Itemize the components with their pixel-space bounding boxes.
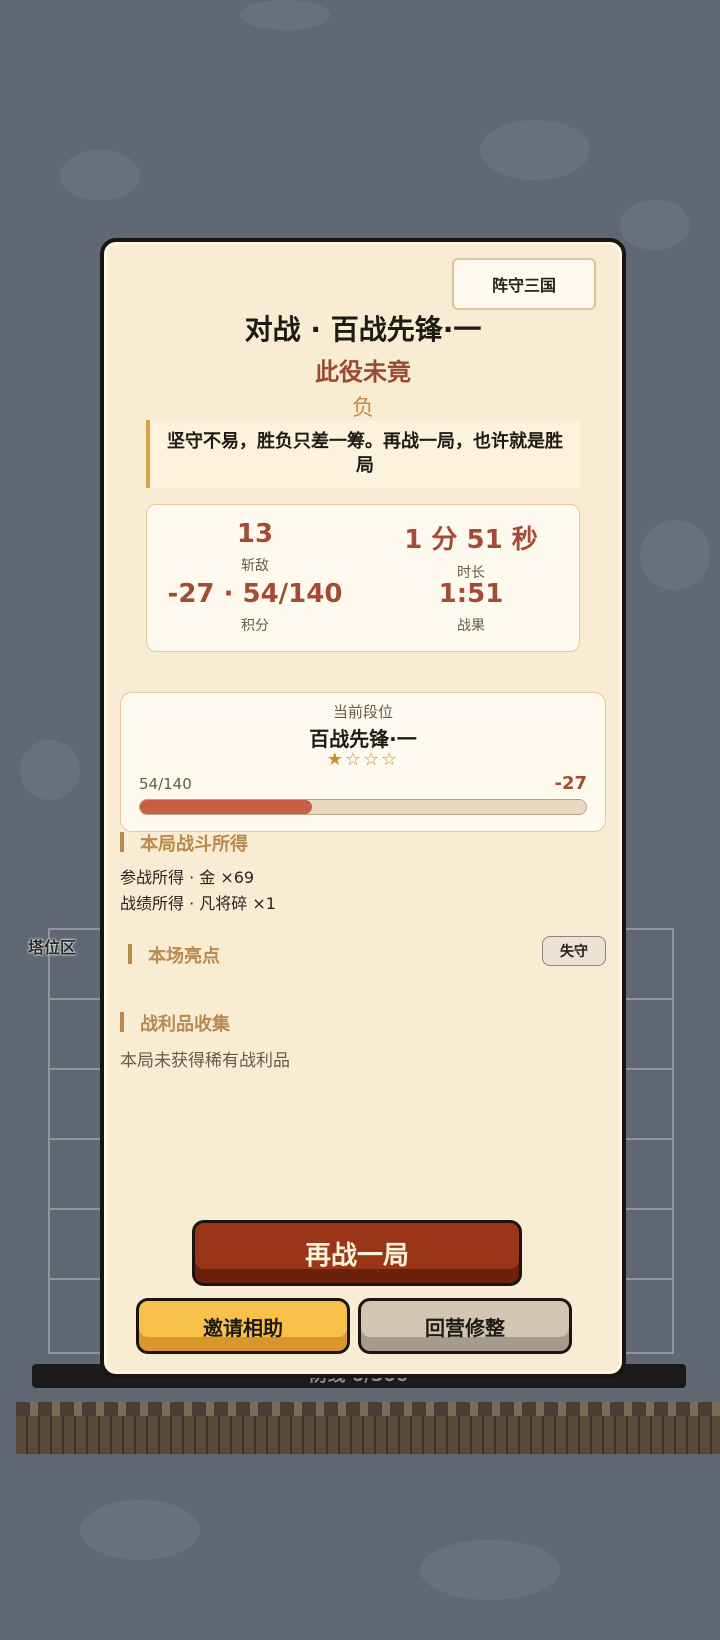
reward-item: 参战所得 · 金 ×69	[120, 868, 255, 887]
battle-result: 负	[351, 396, 374, 421]
invite-button[interactable]: 邀请相助	[136, 1298, 350, 1354]
loot-section-title: 战利品收集	[120, 1010, 230, 1036]
mode-tag: 阵守三国	[452, 258, 596, 310]
stat-duration: 1 分 51 秒 时长	[363, 519, 579, 582]
bg-decoration	[80, 1500, 200, 1560]
stat-value: 1 分 51 秒	[404, 525, 538, 555]
back-to-camp-button[interactable]: 回营修整	[358, 1298, 572, 1354]
battle-result-modal: 阵守三国 对战 · 百战先锋·一 此役未竟 负 坚守不易，胜负只差一筹。再战一局…	[100, 238, 626, 1378]
rank-progress-text: 54/140	[139, 775, 192, 793]
stat-label: 积分	[241, 618, 269, 634]
bg-decoration	[620, 200, 690, 250]
bg-decoration	[240, 0, 330, 30]
highlight-badge: 失守	[542, 936, 606, 966]
bg-decoration	[20, 740, 80, 800]
tower-area-label: 塔位区	[28, 938, 77, 957]
loot-empty-text: 本局未获得稀有战利品	[120, 1051, 290, 1071]
battle-title: 对战 · 百战先锋·一	[244, 313, 482, 346]
stat-label: 战果	[457, 618, 485, 634]
rank-delta: -27	[554, 773, 587, 794]
rank-label: 当前段位	[332, 703, 393, 721]
battle-subtitle: 此役未竟	[315, 358, 411, 386]
bg-decoration	[420, 1540, 560, 1600]
replay-button[interactable]: 再战一局	[192, 1220, 522, 1286]
reward-item: 战绩所得 · 凡将碎 ×1	[120, 894, 276, 913]
highlights-section-title: 本场亮点	[128, 942, 220, 968]
bg-decoration	[60, 150, 140, 200]
rank-panel: 当前段位 百战先锋·一 ★☆☆☆ 54/140 -27	[120, 692, 606, 832]
stat-record: 1:51 战果	[363, 579, 579, 635]
rank-progress-bar	[139, 799, 587, 815]
encouragement-quote: 坚守不易，胜负只差一筹。再战一局，也许就是胜局	[146, 420, 580, 488]
stat-kills: 13 斩敌	[147, 519, 363, 575]
stat-value: -27 · 54/140	[167, 579, 343, 609]
stat-value: 13	[236, 519, 274, 549]
city-wall-battlement	[16, 1402, 720, 1416]
stat-value: 1:51	[438, 579, 504, 609]
bg-decoration	[480, 120, 590, 180]
stat-label: 斩敌	[241, 558, 269, 574]
rewards-section-title: 本局战斗所得	[120, 830, 248, 856]
rank-progress-fill	[140, 800, 313, 814]
stat-score: -27 · 54/140 积分	[147, 579, 363, 635]
bg-decoration	[640, 520, 710, 590]
rank-stars: ★☆☆☆	[326, 749, 400, 770]
rank-name: 百战先锋·一	[309, 727, 417, 751]
stats-panel: 13 斩敌 1 分 51 秒 时长 -27 · 54/140 积分 1:51 战…	[146, 504, 580, 652]
